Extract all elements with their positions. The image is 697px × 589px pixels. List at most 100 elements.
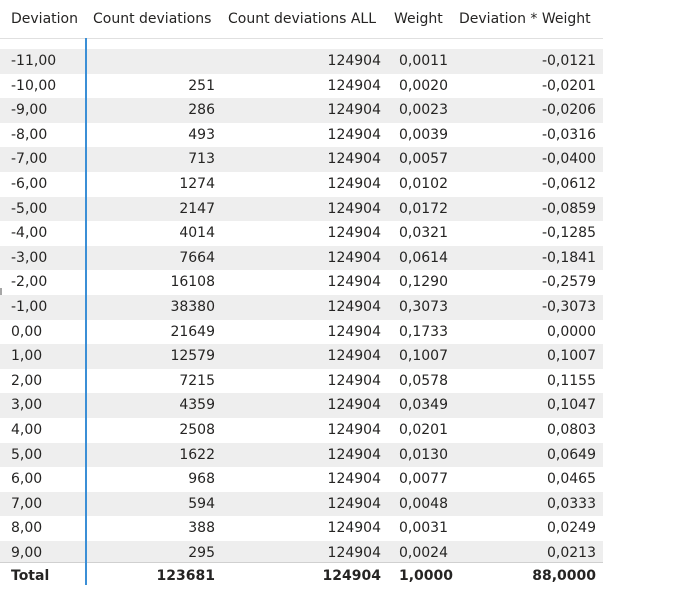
cell-deviation-weight: -0,1841 xyxy=(541,249,596,266)
table-row[interactable]: 7,00 594 124904 0,0048 0,0333 xyxy=(0,491,603,517)
cell-deviation: -2,00 xyxy=(11,274,48,291)
cell-deviation: -1,00 xyxy=(11,298,48,315)
cell-weight: 0,0349 xyxy=(399,397,448,414)
cell-count-deviations: 7664 xyxy=(179,249,215,266)
cell-weight: 0,0130 xyxy=(399,446,448,463)
cell-count-deviations-all: 124904 xyxy=(327,126,381,143)
table-row[interactable]: -5,00 2147 124904 0,0172 -0,0859 xyxy=(0,196,603,222)
table-row[interactable]: -11,00 124904 0,0011 -0,0121 xyxy=(0,49,603,74)
cell-deviation: 1,00 xyxy=(11,348,43,365)
total-count-deviations: 123681 xyxy=(156,568,215,584)
table-row[interactable]: -3,00 7664 124904 0,0614 -0,1841 xyxy=(0,245,603,271)
cell-count-deviations: 12579 xyxy=(170,348,215,365)
cell-deviation: -11,00 xyxy=(11,53,57,69)
table-row[interactable]: -6,00 1274 124904 0,0102 -0,0612 xyxy=(0,172,603,197)
table-total-row: Total 123681 124904 1,0000 88,0000 xyxy=(0,562,603,589)
cell-weight: 0,0048 xyxy=(399,495,448,512)
table-row[interactable]: 0,00 21649 124904 0,1733 0,0000 xyxy=(0,320,603,345)
cell-count-deviations: 2508 xyxy=(179,421,215,438)
cell-deviation-weight: 0,0465 xyxy=(547,471,596,488)
cell-weight: 0,0614 xyxy=(399,249,448,266)
cell-count-deviations: 4359 xyxy=(179,397,215,414)
column-header-count-deviations[interactable]: Count deviations xyxy=(93,9,211,29)
cell-count-deviations: 594 xyxy=(188,495,215,512)
cell-count-deviations: 388 xyxy=(188,520,215,537)
table-body[interactable]: -11,00 124904 0,0011 -0,0121 -10,00 251 124904… xyxy=(0,49,603,566)
cell-weight: 0,0102 xyxy=(399,175,448,192)
table-row[interactable]: -7,00 713 124904 0,0057 -0,0400 xyxy=(0,147,603,172)
cell-deviation-weight: 0,0333 xyxy=(547,495,596,512)
cell-deviation: 6,00 xyxy=(11,471,43,488)
cell-count-deviations: 1622 xyxy=(179,446,215,463)
table-row[interactable]: 6,00 968 124904 0,0077 0,0465 xyxy=(0,467,603,492)
cell-count-deviations-all: 124904 xyxy=(327,175,381,192)
cell-weight: 0,0077 xyxy=(399,471,448,488)
cell-deviation-weight: 0,0649 xyxy=(547,446,596,463)
cell-count-deviations-all: 124904 xyxy=(327,421,381,438)
cell-deviation: -7,00 xyxy=(11,151,48,168)
column-header-count-deviations-all[interactable]: Count deviations ALL xyxy=(228,9,376,29)
cell-deviation: 5,00 xyxy=(11,446,43,463)
cell-deviation-weight: -0,0206 xyxy=(541,102,596,119)
cell-deviation-weight: 0,1047 xyxy=(547,397,596,414)
cell-deviation-weight: -0,2579 xyxy=(541,274,596,291)
cell-weight: 0,1733 xyxy=(399,323,448,340)
cell-deviation: 8,00 xyxy=(11,520,43,537)
cell-deviation-weight: -0,0121 xyxy=(541,53,596,69)
cell-weight: 0,0172 xyxy=(399,200,448,217)
total-label: Total xyxy=(11,568,50,584)
cell-weight: 0,0201 xyxy=(399,421,448,438)
cell-count-deviations-all: 124904 xyxy=(327,274,381,291)
cell-weight: 0,3073 xyxy=(399,298,448,315)
cell-count-deviations-all: 124904 xyxy=(327,397,381,414)
cell-deviation-weight: -0,0859 xyxy=(541,200,596,217)
table-row[interactable]: 1,00 12579 124904 0,1007 0,1007 xyxy=(0,344,603,369)
cell-count-deviations-all: 124904 xyxy=(327,372,381,389)
cell-weight: 0,0023 xyxy=(399,102,448,119)
table-row[interactable]: -10,00 251 124904 0,0020 -0,0201 xyxy=(0,74,603,99)
column-divider[interactable] xyxy=(85,38,87,585)
table-row[interactable]: 4,00 2508 124904 0,0201 0,0803 xyxy=(0,418,603,443)
table-row[interactable]: 5,00 1622 124904 0,0130 0,0649 xyxy=(0,442,603,468)
cell-count-deviations-all: 124904 xyxy=(327,53,381,69)
cell-deviation-weight: 0,0000 xyxy=(547,323,596,340)
cell-deviation: -9,00 xyxy=(11,102,48,119)
cell-count-deviations: 7215 xyxy=(179,372,215,389)
column-header-weight[interactable]: Weight xyxy=(394,9,443,29)
cell-weight: 0,0578 xyxy=(399,372,448,389)
cell-deviation: -10,00 xyxy=(11,77,57,94)
table-row[interactable]: 8,00 388 124904 0,0031 0,0249 xyxy=(0,516,603,541)
table-row[interactable]: -1,00 38380 124904 0,3073 -0,3073 xyxy=(0,294,603,320)
table-row[interactable]: -9,00 286 124904 0,0023 -0,0206 xyxy=(0,98,603,123)
cell-deviation-weight: 0,0249 xyxy=(547,520,596,537)
table-visual[interactable]: Deviation Count deviations Count deviati… xyxy=(0,0,604,589)
cell-weight: 0,0011 xyxy=(399,53,448,69)
table-row[interactable]: 3,00 4359 124904 0,0349 0,1047 xyxy=(0,393,603,418)
cell-count-deviations-all: 124904 xyxy=(327,471,381,488)
cell-count-deviations: 2147 xyxy=(179,200,215,217)
cell-count-deviations: 21649 xyxy=(170,323,215,340)
cell-deviation-weight: -0,0201 xyxy=(541,77,596,94)
table-row[interactable]: 2,00 7215 124904 0,0578 0,1155 xyxy=(0,369,603,394)
cell-count-deviations: 286 xyxy=(188,102,215,119)
table-row[interactable]: -8,00 493 124904 0,0039 -0,0316 xyxy=(0,123,603,148)
total-deviation-weight: 88,0000 xyxy=(532,568,596,584)
cell-deviation: 0,00 xyxy=(11,323,43,340)
table-row[interactable]: -4,00 4014 124904 0,0321 -0,1285 xyxy=(0,221,603,246)
cell-count-deviations-all: 124904 xyxy=(327,446,381,463)
cell-weight: 0,0039 xyxy=(399,126,448,143)
cell-weight: 0,0031 xyxy=(399,520,448,537)
cell-count-deviations: 4014 xyxy=(179,225,215,242)
cell-weight: 0,0321 xyxy=(399,225,448,242)
cell-count-deviations-all: 124904 xyxy=(327,298,381,315)
cell-deviation: 2,00 xyxy=(11,372,43,389)
cell-count-deviations-all: 124904 xyxy=(327,520,381,537)
cell-count-deviations-all: 124904 xyxy=(327,151,381,168)
cell-count-deviations: 16108 xyxy=(170,274,215,291)
column-header-deviation[interactable]: Deviation xyxy=(11,9,78,29)
table-row[interactable]: -2,00 16108 124904 0,1290 -0,2579 xyxy=(0,270,603,295)
cell-deviation-weight: 0,1007 xyxy=(547,348,596,365)
total-weight: 1,0000 xyxy=(399,568,454,584)
cell-count-deviations-all: 124904 xyxy=(327,323,381,340)
column-header-deviation-weight[interactable]: Deviation * Weight xyxy=(459,9,591,29)
